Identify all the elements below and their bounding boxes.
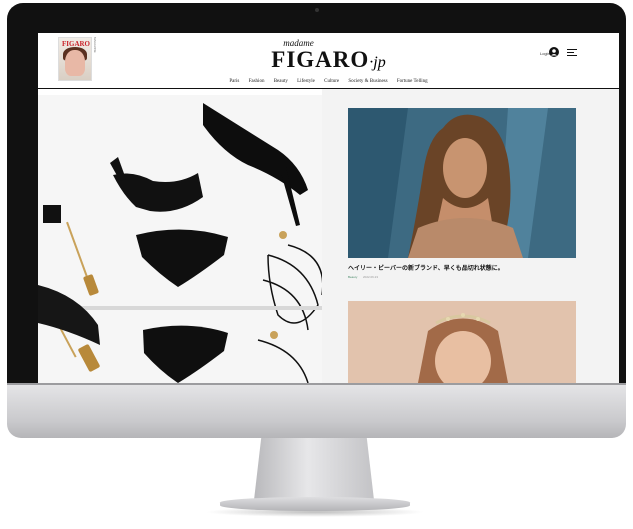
one-shoulder-top [113, 173, 203, 212]
article-caption[interactable]: ヘイリー・ビーバーの新ブランド、早くも品切れ状態に。 [348, 263, 576, 272]
portrait-photo-2 [348, 301, 576, 383]
monitor-screen: FIGARO MAGAZINE madame FIGARO·jp Login P… [38, 33, 619, 383]
bikini-bottom-lower [143, 325, 228, 383]
portrait-photo [348, 108, 576, 258]
hoop-earrings [262, 231, 322, 331]
hamburger-menu-icon[interactable] [567, 49, 577, 56]
nav-item-culture[interactable]: Culture [324, 79, 339, 84]
site-logo[interactable]: madame FIGARO·jp [38, 39, 619, 72]
top-strap [110, 157, 126, 181]
logo-jp: ·jp [369, 54, 386, 71]
monitor-stand-base [220, 497, 410, 511]
nav-item-lifestyle[interactable]: Lifestyle [297, 79, 315, 84]
nav-item-beauty[interactable]: Beauty [274, 79, 288, 84]
webcam-icon [314, 8, 319, 12]
nav-item-fashion[interactable]: Fashion [249, 79, 265, 84]
monitor-chin-edge [7, 383, 626, 385]
hero-illustration [38, 103, 322, 383]
pin-bead-lower [78, 344, 100, 372]
pin-bead [83, 274, 99, 296]
nav-item-paris[interactable]: Paris [229, 79, 239, 84]
monitor-chin [7, 383, 626, 438]
black-cube [43, 205, 61, 223]
article-date: 2022.06.23 [363, 275, 379, 279]
bikini-bottom [136, 229, 228, 287]
hero-image[interactable] [38, 95, 322, 383]
article-image[interactable] [348, 108, 576, 258]
article-image-2[interactable] [348, 301, 576, 383]
site-header: FIGARO MAGAZINE madame FIGARO·jp Login P… [38, 33, 619, 89]
heel-shoe [203, 103, 308, 195]
article-category[interactable]: Beauty [348, 275, 357, 279]
nav-item-society-business[interactable]: Society & Business [348, 79, 387, 84]
monitor-stand-neck [254, 438, 374, 500]
user-circle-icon[interactable] [549, 47, 559, 57]
nav-item-fortune-telling[interactable]: Fortune Telling [397, 79, 428, 84]
main-nav: Paris Fashion Beauty Lifestyle Culture S… [38, 79, 619, 84]
logo-figaro: FIGARO [271, 47, 370, 72]
